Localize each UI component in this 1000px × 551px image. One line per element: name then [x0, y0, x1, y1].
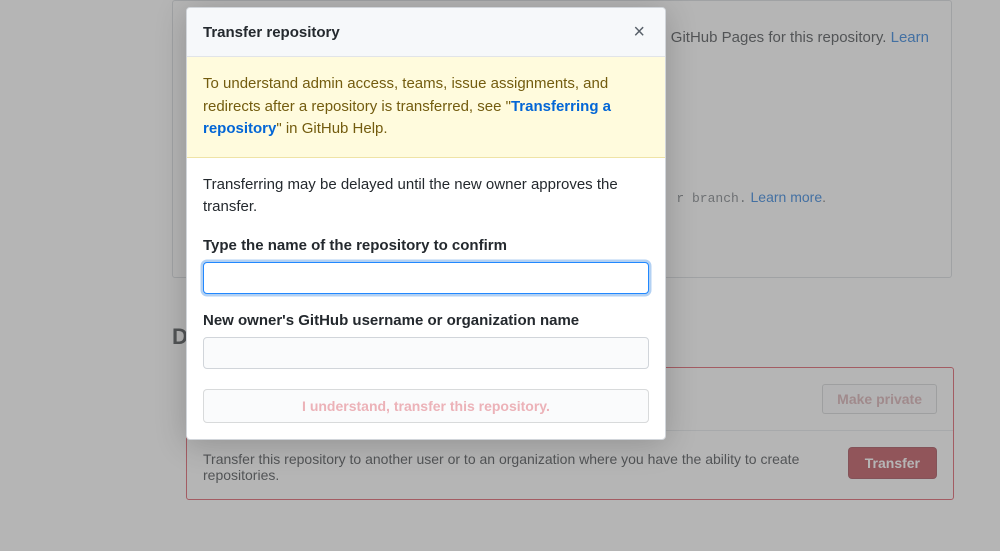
- new-owner-label: New owner's GitHub username or organizat…: [203, 312, 649, 329]
- confirm-transfer-button[interactable]: I understand, transfer this repository.: [203, 389, 649, 423]
- modal-body: Transferring may be delayed until the ne…: [187, 158, 665, 439]
- modal-warning-banner: To understand admin access, teams, issue…: [187, 57, 665, 158]
- warning-text-suffix: " in GitHub Help.: [276, 120, 387, 137]
- new-owner-input[interactable]: [203, 337, 649, 369]
- repo-name-input[interactable]: [203, 262, 649, 294]
- modal-header: Transfer repository ×: [187, 8, 665, 57]
- modal-title: Transfer repository: [203, 24, 340, 41]
- modal-info-text: Transferring may be delayed until the ne…: [203, 174, 649, 219]
- transfer-repository-modal: Transfer repository × To understand admi…: [186, 7, 666, 440]
- repo-name-label: Type the name of the repository to confi…: [203, 237, 649, 254]
- close-icon[interactable]: ×: [629, 22, 649, 42]
